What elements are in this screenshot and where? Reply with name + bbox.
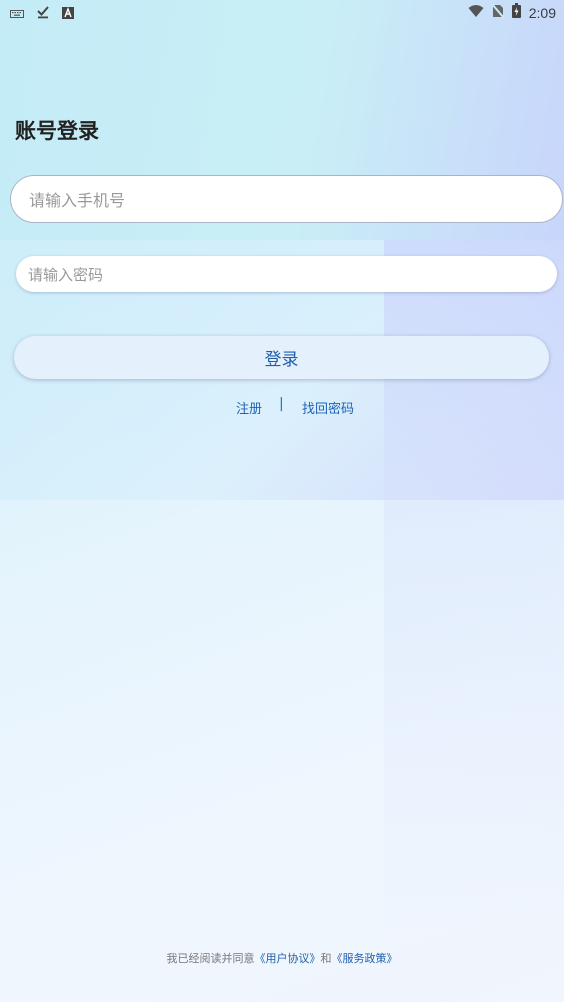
register-link[interactable]: 注册 [236, 398, 262, 417]
phone-input[interactable]: 请输入手机号 [10, 175, 563, 223]
link-separator: | [279, 396, 284, 412]
no-sim-icon [490, 3, 505, 22]
status-left-icons [10, 4, 74, 23]
agreement-text: 我已经阅读并同意《用户协议》和《服务政策》 [0, 950, 564, 966]
status-time: 2:09 [528, 4, 556, 21]
user-agreement-link[interactable]: 《用户协议》 [255, 952, 321, 965]
page-title: 账号登录 [15, 119, 99, 143]
a-box-icon [62, 4, 74, 23]
login-button[interactable]: 登录 [14, 336, 549, 379]
agreement-prefix: 我已经阅读并同意 [166, 952, 255, 965]
phone-input-placeholder: 请输入手机号 [29, 191, 126, 210]
wifi-icon [468, 3, 484, 22]
auth-links: 注册 | 找回密码 [0, 396, 564, 417]
agreement-connector: 和 [320, 952, 332, 965]
battery-icon [511, 3, 521, 22]
check-download-icon [36, 4, 50, 23]
status-bar: 2:09 [0, 0, 564, 24]
forgot-password-link[interactable]: 找回密码 [302, 398, 354, 417]
service-policy-link[interactable]: 《服务政策》 [332, 952, 398, 965]
password-input-placeholder: 请输入密码 [28, 265, 104, 284]
login-button-label: 登录 [264, 350, 299, 370]
status-right-icons: 2:09 [468, 3, 556, 22]
password-input[interactable]: 请输入密码 [16, 256, 557, 292]
keyboard-icon [10, 4, 24, 23]
